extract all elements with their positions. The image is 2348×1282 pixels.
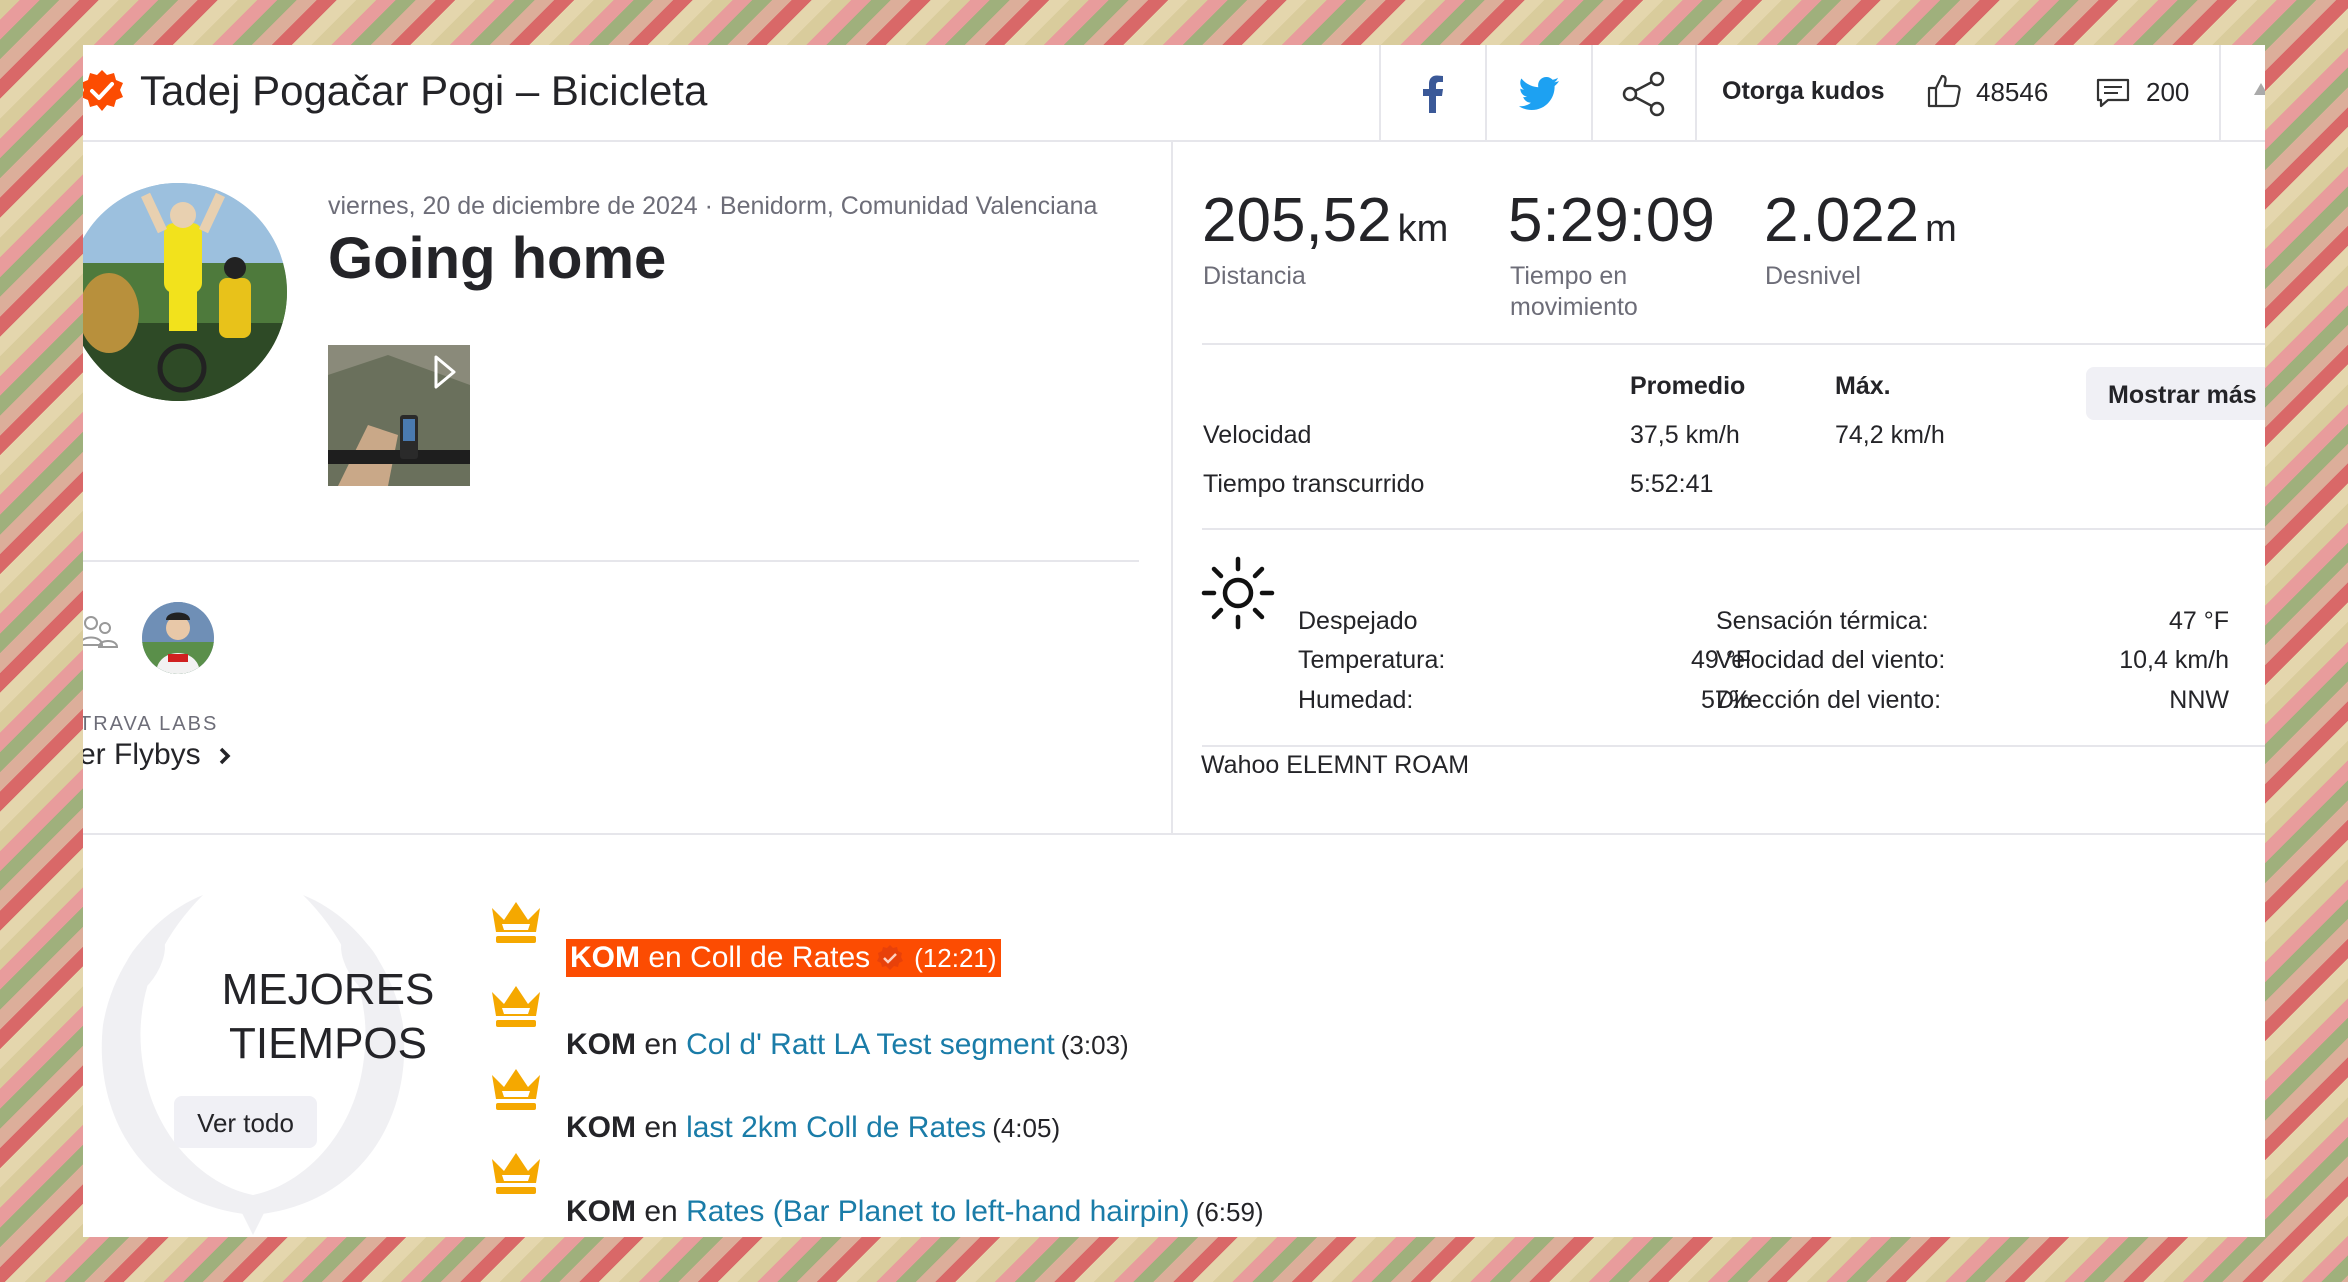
avg-column-header: Promedio: [1630, 372, 1746, 400]
max-column-header: Máx.: [1835, 372, 1891, 400]
athlete-avatar[interactable]: [83, 183, 287, 401]
achievement-row-4: KOM en Rates (Bar Planet to left-hand ha…: [566, 1195, 1264, 1229]
temperature-label: Temperatura:: [1298, 646, 1446, 674]
facebook-icon: [1423, 75, 1443, 113]
device-name: Wahoo ELEMNT ROAM: [1201, 751, 1470, 779]
segment-link[interactable]: last 2km Coll de Rates: [686, 1111, 986, 1145]
athlete-activity-title[interactable]: Tadej Pogačar Pogi – Bicicleta: [140, 67, 707, 115]
verified-badge-icon: [83, 70, 123, 111]
distance-stat: 205,52 km: [1202, 185, 1448, 256]
wind-speed-label: Velocidad del viento:: [1716, 646, 1946, 674]
best-efforts-line1: MEJORES: [221, 965, 435, 1014]
kom-crown-icon: [492, 1069, 540, 1110]
weather-condition: Despejado: [1298, 607, 1418, 635]
feels-like-value: 47 °F: [2168, 607, 2229, 635]
left-divider: [83, 560, 1139, 562]
elevation-stat: 2.022 m: [1764, 185, 1957, 256]
humidity-label: Humedad:: [1298, 686, 1414, 714]
share-icon: [1622, 71, 1665, 116]
distance-label: Distancia: [1203, 262, 1306, 290]
kom-crown-icon: [492, 986, 540, 1027]
achievement-row-1[interactable]: KOM en Coll de Rates (12:21): [566, 939, 1001, 977]
best-efforts-title: MEJORES TIEMPOS: [183, 963, 473, 1071]
verified-badge-icon: [877, 945, 904, 970]
kom-label: KOM: [566, 1028, 636, 1061]
achievement-row-2: KOM en Col d' Ratt LA Test segment (3:03…: [566, 1028, 1129, 1062]
facebook-share-button[interactable]: [1379, 45, 1485, 142]
segment-link[interactable]: Col d' Ratt LA Test segment: [686, 1028, 1055, 1062]
en-label: en: [644, 1111, 678, 1144]
activity-header: Tadej Pogačar Pogi – Bicicleta Otorga ku…: [83, 45, 2265, 142]
segment-link[interactable]: Coll de Rates: [690, 941, 870, 975]
elapsed-time-avg: 5:52:41: [1630, 470, 1714, 498]
distance-value: 205,52: [1202, 186, 1392, 255]
moving-time-value: 5:29:09: [1508, 186, 1715, 255]
kom-label: KOM: [566, 1195, 636, 1228]
moving-time-stat: 5:29:09: [1508, 185, 1715, 256]
en-label: en: [644, 1195, 678, 1228]
kudos-count[interactable]: 48546: [1976, 77, 2048, 108]
column-divider: [1171, 142, 1173, 834]
achievement-row-3: KOM en last 2km Coll de Rates (4:05): [566, 1111, 1060, 1145]
distance-unit: km: [1397, 208, 1449, 250]
stats-divider: [1202, 343, 2265, 345]
view-flybys-label: er Flybys: [83, 738, 201, 771]
strava-labs-label: TRAVA LABS: [83, 713, 219, 735]
show-more-button[interactable]: Mostrar más: [2086, 367, 2265, 420]
kom-crown-icon: [492, 1153, 540, 1194]
segment-time: (3:03): [1060, 1029, 1129, 1060]
thumbs-up-icon[interactable]: [1926, 73, 1962, 109]
feels-like-label: Sensación térmica:: [1716, 607, 1929, 635]
segment-link[interactable]: Rates (Bar Planet to left-hand hairpin): [686, 1195, 1190, 1229]
chevron-right-icon: [219, 747, 231, 765]
activity-panel: Tadej Pogačar Pogi – Bicicleta Otorga ku…: [83, 45, 2265, 1237]
kom-crown-icon: [492, 902, 540, 943]
twitter-icon: [1519, 76, 1559, 110]
speed-label: Velocidad: [1203, 421, 1312, 449]
comment-count[interactable]: 200: [2146, 77, 2189, 108]
activity-video-thumbnail[interactable]: [328, 345, 470, 486]
segment-time: (12:21): [914, 942, 997, 973]
en-label: en: [648, 941, 682, 974]
segment-time: (6:59): [1195, 1196, 1264, 1227]
wind-speed-value: 10,4 km/h: [2119, 646, 2229, 674]
share-button[interactable]: [1591, 45, 1697, 142]
group-member-avatar[interactable]: [142, 602, 214, 674]
best-efforts-line2: TIEMPOS: [228, 1019, 428, 1068]
cyclist-photo: [83, 183, 287, 401]
elapsed-time-label: Tiempo transcurrido: [1203, 470, 1425, 498]
activity-title[interactable]: Going home: [328, 225, 666, 292]
play-icon: [430, 357, 460, 391]
sun-icon: [1201, 556, 1275, 630]
group-icon: [83, 616, 119, 648]
weather-divider: [1202, 745, 2265, 747]
section-divider: [83, 833, 2265, 835]
twitter-share-button[interactable]: [1485, 45, 1591, 142]
kom-label: KOM: [570, 941, 640, 974]
wind-direction-label: Dirección del viento:: [1716, 686, 1942, 714]
header-divider: [2219, 45, 2221, 142]
wind-direction-value: NNW: [2169, 686, 2229, 714]
activity-date-location: viernes, 20 de diciembre de 2024 · Benid…: [328, 192, 1098, 220]
caret-up-icon[interactable]: [2254, 83, 2265, 95]
kom-label: KOM: [566, 1111, 636, 1144]
view-all-button[interactable]: Ver todo: [174, 1096, 317, 1148]
rider-photo: [142, 602, 214, 674]
share-buttons: [1379, 45, 1697, 142]
en-label: en: [644, 1028, 678, 1061]
speed-max: 74,2 km/h: [1835, 421, 1945, 449]
view-flybys-link[interactable]: er Flybys: [83, 738, 233, 772]
segment-time: (4:05): [992, 1112, 1061, 1143]
moving-time-label: Tiempo en movimiento: [1510, 262, 1638, 321]
give-kudos-button[interactable]: Otorga kudos: [1722, 77, 1885, 106]
comment-icon[interactable]: [2095, 75, 2131, 111]
elevation-label: Desnivel: [1765, 262, 1861, 290]
elevation-unit: m: [1925, 208, 1957, 250]
speed-avg: 37,5 km/h: [1630, 421, 1740, 449]
table-divider: [1202, 528, 2265, 530]
elevation-value: 2.022: [1764, 186, 1920, 255]
